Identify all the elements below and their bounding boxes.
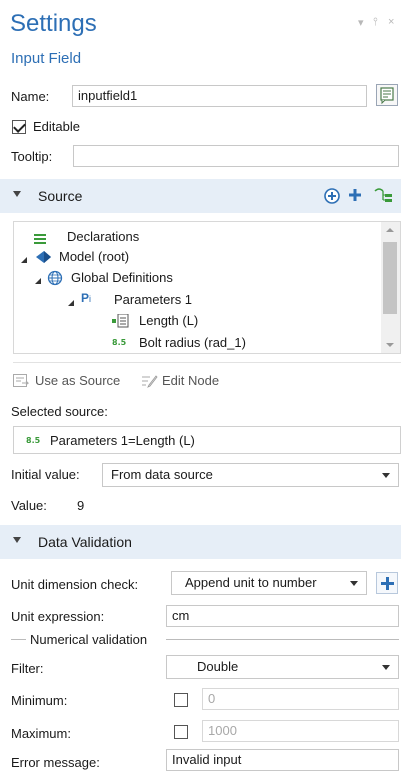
tree-item-label: Bolt radius (rad_1) <box>139 335 246 350</box>
initial-value-select[interactable]: From data source <box>102 463 399 487</box>
edit-node-icon <box>142 374 158 391</box>
collapse-arrow-icon <box>13 537 21 543</box>
maximum-label: Maximum: <box>11 726 71 741</box>
maximum-input[interactable]: 1000 <box>202 720 399 742</box>
tree-filter-icon[interactable] <box>373 185 395 210</box>
value-text: 9 <box>77 498 85 513</box>
unit-dimension-selected: Append unit to number <box>185 575 317 590</box>
dropdown-arrow-icon[interactable]: ▾ <box>358 16 364 29</box>
unit-expression-label: Unit expression: <box>11 609 105 624</box>
filter-label: Filter: <box>11 661 44 676</box>
collapse-arrow-icon <box>13 191 21 197</box>
add-unit-button[interactable] <box>376 572 398 594</box>
maximum-checkbox[interactable] <box>174 725 188 739</box>
selected-source-box[interactable]: 8.5 Parameters 1=Length (L) <box>13 426 401 454</box>
tree-item-label: Length (L) <box>139 313 199 328</box>
tree-item-label: Global Definitions <box>71 270 173 285</box>
page-title: Settings <box>10 10 97 37</box>
value-label: Value: <box>11 498 47 513</box>
initial-value-selected: From data source <box>111 467 213 482</box>
parameter-item-icon <box>112 313 130 331</box>
model-icon <box>34 249 52 268</box>
selected-source-value: Parameters 1=Length (L) <box>50 433 195 448</box>
name-input[interactable]: inputfield1 <box>72 85 367 107</box>
group-line <box>11 639 26 640</box>
add-circle-icon[interactable] <box>323 187 341 208</box>
minimum-checkbox[interactable] <box>174 693 188 707</box>
tree-item-label: Parameters 1 <box>114 292 193 307</box>
numerical-validation-label: Numerical validation <box>30 632 148 647</box>
tooltip-label: Tooltip: <box>11 149 53 164</box>
scroll-down-icon[interactable] <box>386 343 394 347</box>
use-as-source-label: Use as Source <box>35 373 121 388</box>
declarations-icon <box>34 232 46 247</box>
tree-scrollbar[interactable] <box>381 222 400 353</box>
pin-icon[interactable]: ⫯ <box>373 16 378 29</box>
close-icon[interactable]: × <box>388 16 394 28</box>
unit-dimension-select[interactable]: Append unit to number <box>171 571 367 595</box>
note-icon[interactable] <box>376 84 398 106</box>
validation-section-title: Data Validation <box>38 534 132 550</box>
edit-node-label: Edit Node <box>162 373 220 388</box>
add-icon[interactable] <box>347 187 363 206</box>
globe-icon <box>47 270 63 289</box>
page-subtitle: Input Field <box>11 50 82 67</box>
parameter-value-icon: 8.5 <box>112 338 127 347</box>
chevron-down-icon <box>382 665 390 670</box>
initial-value-label: Initial value: <box>11 467 80 482</box>
expand-arrow-icon[interactable] <box>67 295 75 310</box>
minimum-input[interactable]: 0 <box>202 688 399 710</box>
scrollbar-thumb[interactable] <box>383 242 397 314</box>
expand-arrow-icon[interactable] <box>34 273 42 288</box>
chevron-down-icon <box>350 581 358 586</box>
chevron-down-icon <box>382 473 390 478</box>
tree-item-label: Model (root) <box>59 249 130 264</box>
filter-select[interactable]: Double <box>166 655 399 679</box>
tree-item-label: Declarations <box>67 229 140 244</box>
expand-arrow-icon[interactable] <box>20 252 28 267</box>
source-tree[interactable]: Declarations Model (root) Global Definit… <box>13 221 401 354</box>
selected-source-label: Selected source: <box>11 404 108 419</box>
name-label: Name: <box>11 89 50 104</box>
tooltip-input[interactable] <box>73 145 399 167</box>
group-line <box>166 639 399 640</box>
parameters-icon: Pi <box>81 291 92 305</box>
parameter-value-icon: 8.5 <box>26 436 41 445</box>
validation-section-header[interactable]: Data Validation <box>0 525 401 559</box>
unit-dimension-label: Unit dimension check: <box>11 577 139 592</box>
unit-expression-input[interactable]: cm <box>166 605 399 627</box>
error-message-label: Error message: <box>11 755 100 770</box>
scroll-up-icon[interactable] <box>386 228 394 232</box>
divider <box>13 362 401 363</box>
minimum-label: Minimum: <box>11 693 68 708</box>
source-section-header[interactable]: Source <box>0 179 401 213</box>
editable-checkbox[interactable] <box>12 120 26 134</box>
filter-selected: Double <box>197 659 239 674</box>
editable-label: Editable <box>33 119 80 134</box>
use-as-source-icon <box>13 374 30 391</box>
source-section-title: Source <box>38 188 83 204</box>
error-message-input[interactable]: Invalid input <box>166 749 399 771</box>
